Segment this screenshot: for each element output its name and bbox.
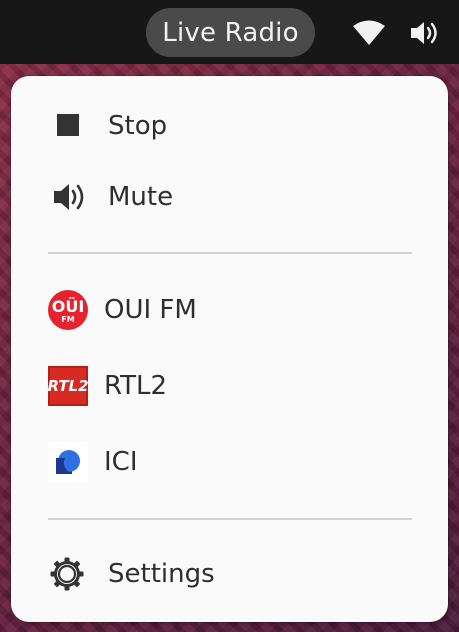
gear-icon [49,556,85,592]
station-oui-fm[interactable]: OÜI FM OUI FM [11,280,448,340]
live-radio-indicator-label: Live Radio [162,17,299,48]
station-label: RTL2 [104,371,168,401]
separator [48,518,412,520]
live-radio-indicator[interactable]: Live Radio [146,8,315,57]
settings-label: Settings [108,559,215,589]
station-label: OUI FM [104,295,197,325]
settings-button[interactable]: Settings [11,544,448,604]
ici-logo [48,442,88,482]
oui-fm-logo-text: OÜI [51,296,85,316]
rtl2-logo-text: RTL2 [47,366,89,406]
stop-icon [57,114,79,136]
speaker-icon [51,180,87,214]
top-bar: Live Radio [0,0,459,64]
oui-fm-logo-subtext: FM [61,314,75,324]
mute-button[interactable]: Mute [11,167,448,227]
speaker-icon[interactable] [408,18,440,48]
radio-menu: Stop Mute OÜI FM OUI FM RTL2 RTL2 ICI Se… [11,76,448,622]
station-ici[interactable]: ICI [11,432,448,492]
separator [48,252,412,254]
stop-button[interactable]: Stop [11,96,448,156]
oui-fm-logo: OÜI FM [48,290,88,330]
stop-label: Stop [108,111,168,141]
wifi-icon[interactable] [352,20,386,46]
station-label: ICI [104,447,138,477]
rtl2-logo: RTL2 [47,366,89,406]
mute-label: Mute [108,182,174,212]
station-rtl2[interactable]: RTL2 RTL2 [11,356,448,416]
